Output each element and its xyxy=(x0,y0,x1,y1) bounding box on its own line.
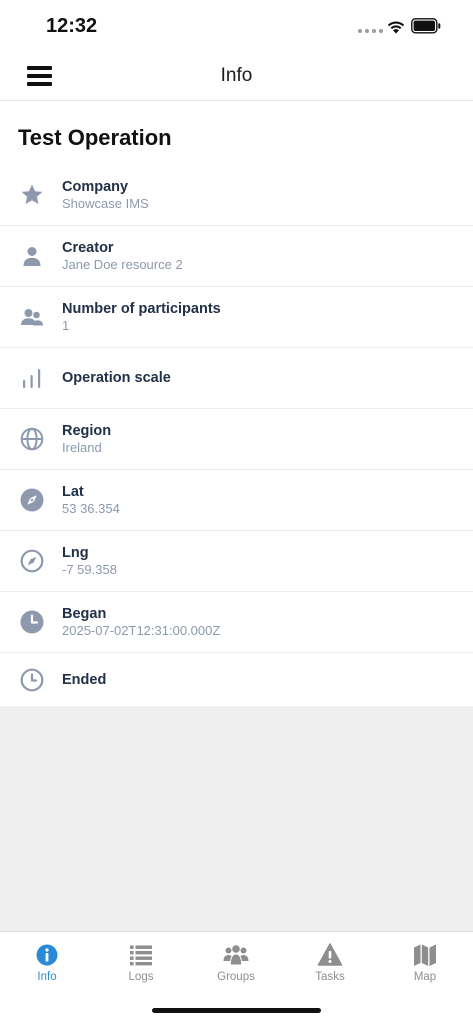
bars-icon xyxy=(23,369,41,388)
page-title: Info xyxy=(220,65,253,86)
list-icon xyxy=(130,945,152,966)
users-icon xyxy=(223,945,249,965)
row-value: Showcase IMS xyxy=(62,196,149,211)
info-row-ended: Ended xyxy=(0,653,473,706)
info-row-participants: Number of participants 1 xyxy=(0,287,473,348)
row-value: Jane Doe resource 2 xyxy=(62,257,183,272)
wifi-icon xyxy=(387,21,405,34)
tab-label: Map xyxy=(413,971,437,983)
row-label: Company xyxy=(62,179,129,195)
tab-info[interactable]: Info xyxy=(0,942,94,983)
battery-icon xyxy=(411,18,441,34)
info-icon xyxy=(36,944,58,966)
status-time: 12:32 xyxy=(46,15,98,37)
row-label: Lat xyxy=(62,484,84,500)
row-label: Operation scale xyxy=(62,370,171,386)
operation-title: Test Operation xyxy=(18,125,172,150)
row-label: Region xyxy=(62,423,112,439)
compass-outline-icon xyxy=(20,549,44,573)
tab-label: Logs xyxy=(128,971,154,983)
row-label: Ended xyxy=(62,671,107,688)
tab-logs[interactable]: Logs xyxy=(94,942,188,983)
top-nav-bar: Info xyxy=(0,52,473,101)
info-row-company: Company Showcase IMS xyxy=(0,165,473,226)
row-label: Lng xyxy=(62,545,89,561)
clock-outline-icon xyxy=(20,668,44,691)
tab-label: Tasks xyxy=(315,971,345,983)
clock-filled-icon xyxy=(20,610,44,634)
home-indicator xyxy=(152,1008,321,1013)
status-bar: 12:32 xyxy=(0,0,473,52)
row-label: Creator xyxy=(62,240,114,256)
row-label: Began xyxy=(62,606,107,622)
map-icon xyxy=(414,944,436,966)
row-label: Number of participants xyxy=(62,301,221,317)
info-row-lat: Lat 53 36.354 xyxy=(0,470,473,531)
row-value: 2025-07-02T12:31:00.000Z xyxy=(62,623,221,638)
tab-label: Info xyxy=(37,971,57,983)
tab-map[interactable]: Map xyxy=(378,942,472,983)
row-value: 53 36.354 xyxy=(62,501,120,516)
star-icon xyxy=(21,184,43,204)
info-row-lng: Lng -7 59.358 xyxy=(0,531,473,592)
info-panel: Test Operation Company Showcase IMS Crea… xyxy=(0,101,473,706)
tab-tasks[interactable]: Tasks xyxy=(283,942,377,983)
info-row-scale: Operation scale xyxy=(0,348,473,409)
warning-icon xyxy=(317,943,343,966)
row-value: -7 59.358 xyxy=(62,562,117,577)
info-row-creator: Creator Jane Doe resource 2 xyxy=(0,226,473,287)
person-icon xyxy=(23,247,41,266)
info-row-began: Began 2025-07-02T12:31:00.000Z xyxy=(0,592,473,653)
tab-groups[interactable]: Groups xyxy=(189,942,283,983)
row-value: 1 xyxy=(62,318,70,333)
info-row-region: Region Ireland xyxy=(0,409,473,470)
compass-filled-icon xyxy=(20,488,44,512)
globe-icon xyxy=(20,427,44,451)
row-value: Ireland xyxy=(62,440,102,455)
people-icon xyxy=(21,309,43,326)
tab-label: Groups xyxy=(217,971,255,983)
cellular-signal-icon xyxy=(358,29,383,33)
